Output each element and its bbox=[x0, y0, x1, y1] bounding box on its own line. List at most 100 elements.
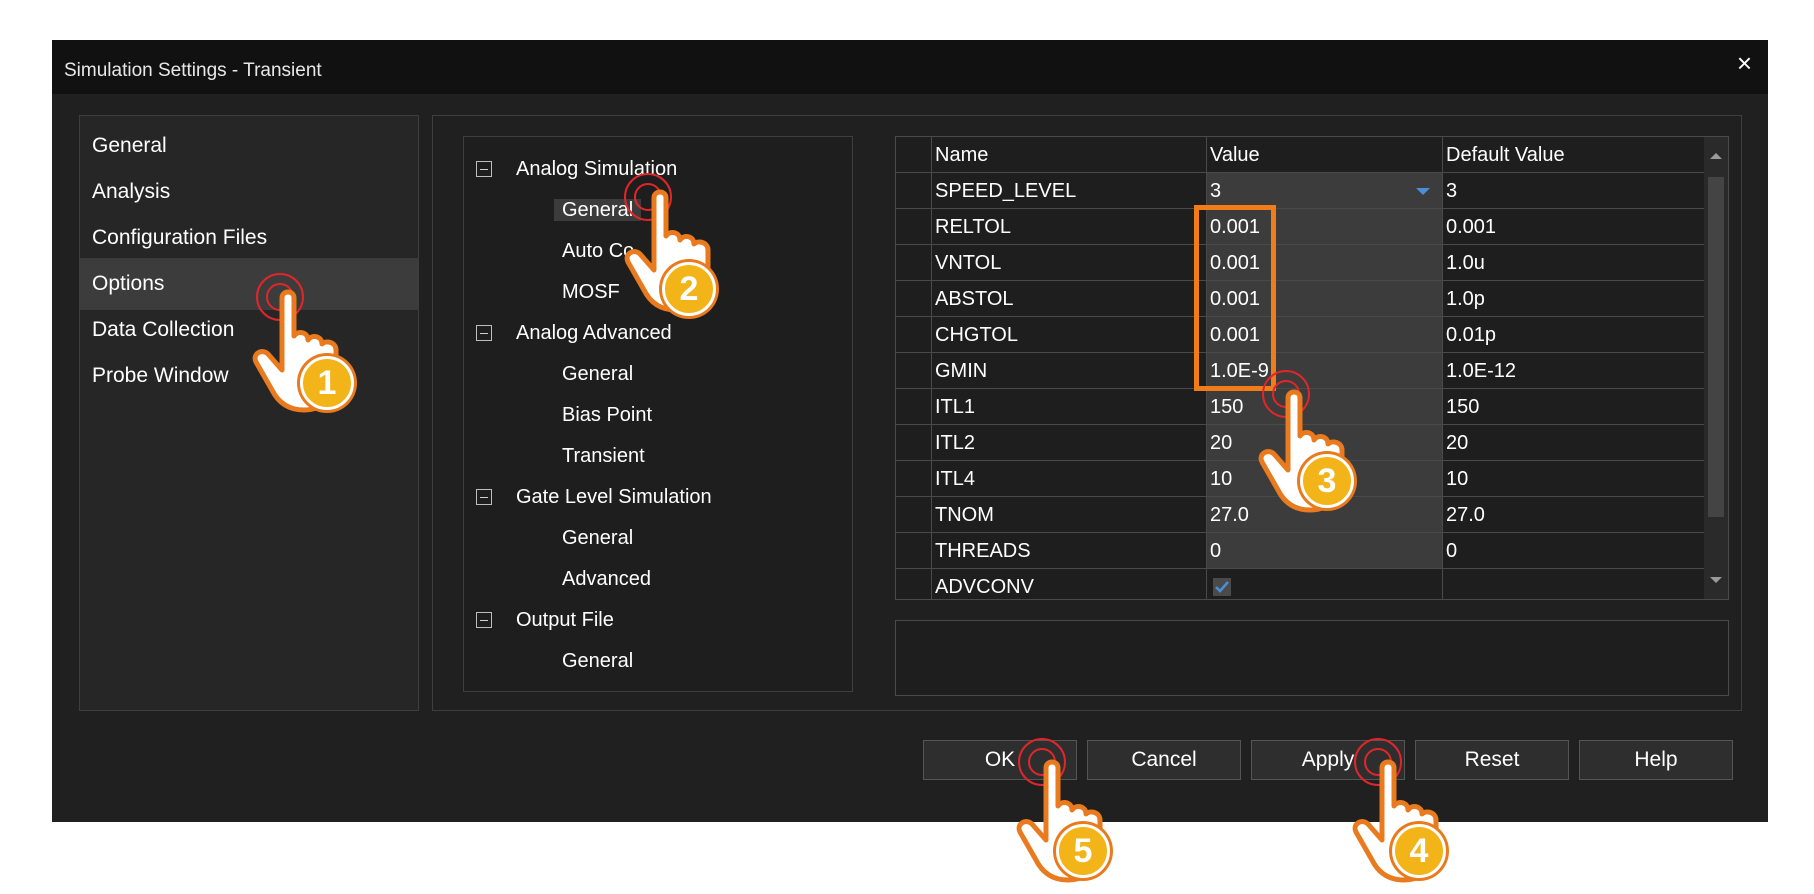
row-header-cell bbox=[896, 245, 932, 281]
table-row: VNTOL 0.001 1.0u bbox=[896, 245, 1706, 281]
tree-group-analog-simulation[interactable]: Analog Simulation bbox=[464, 149, 852, 189]
param-value-input[interactable]: 0 bbox=[1207, 533, 1443, 569]
nav-item-options[interactable]: Options bbox=[80, 258, 418, 310]
row-header-cell bbox=[896, 461, 932, 497]
tree-group-gate-level-simulation[interactable]: Gate Level Simulation bbox=[464, 477, 852, 517]
table-row: ITL1 150 150 bbox=[896, 389, 1706, 425]
row-header-cell bbox=[896, 425, 932, 461]
cancel-button[interactable]: Cancel bbox=[1087, 740, 1241, 780]
options-grid: Name Value Default Value SPEED_LEVEL 3 3… bbox=[895, 136, 1729, 600]
table-row: CHGTOL 0.001 0.01p bbox=[896, 317, 1706, 353]
table-row: SPEED_LEVEL 3 3 bbox=[896, 173, 1706, 209]
param-default: 1.0u bbox=[1443, 245, 1706, 281]
step-badge-5: 5 bbox=[1056, 824, 1110, 878]
advconv-checkbox-cell[interactable] bbox=[1207, 569, 1443, 599]
scroll-up-icon[interactable] bbox=[1704, 137, 1728, 173]
table-row: THREADS 0 0 bbox=[896, 533, 1706, 569]
row-header-cell bbox=[896, 533, 932, 569]
table-row: ITL2 20 20 bbox=[896, 425, 1706, 461]
param-value-input[interactable]: 0.001 bbox=[1207, 209, 1443, 245]
title-bar: Simulation Settings - Transient × bbox=[52, 40, 1768, 94]
grid-scrollbar[interactable] bbox=[1704, 137, 1728, 599]
param-default: 0.01p bbox=[1443, 317, 1706, 353]
param-value-input[interactable]: 0.001 bbox=[1207, 281, 1443, 317]
param-default: 3 bbox=[1443, 173, 1706, 209]
param-default: 27.0 bbox=[1443, 497, 1706, 533]
tree-item-label: General bbox=[554, 199, 642, 221]
tree-item-general[interactable]: General bbox=[554, 190, 642, 230]
window-title: Simulation Settings - Transient bbox=[64, 60, 322, 81]
nav-item-analysis[interactable]: Analysis bbox=[80, 166, 418, 218]
param-name: GMIN bbox=[932, 353, 1207, 389]
close-icon[interactable]: × bbox=[1737, 48, 1752, 78]
collapse-icon[interactable] bbox=[476, 489, 492, 505]
tree-item-auto-converge[interactable]: Auto Co bbox=[562, 231, 634, 271]
param-name: TNOM bbox=[932, 497, 1207, 533]
param-default: 1.0E-12 bbox=[1443, 353, 1706, 389]
tree-item-mosfet[interactable]: MOSF bbox=[562, 272, 620, 312]
speed-level-select[interactable]: 3 bbox=[1207, 173, 1443, 209]
description-box bbox=[895, 620, 1729, 696]
param-value-input[interactable]: 0.001 bbox=[1207, 317, 1443, 353]
param-value-input[interactable]: 0.001 bbox=[1207, 245, 1443, 281]
table-row: ABSTOL 0.001 1.0p bbox=[896, 281, 1706, 317]
collapse-icon[interactable] bbox=[476, 161, 492, 177]
param-name: ABSTOL bbox=[932, 281, 1207, 317]
param-value-input[interactable]: 1.0E-9 bbox=[1207, 353, 1443, 389]
tree-item-general[interactable]: General bbox=[562, 518, 633, 558]
scroll-down-icon[interactable] bbox=[1704, 563, 1728, 599]
column-header-default-value[interactable]: Default Value bbox=[1443, 137, 1706, 173]
nav-item-configuration-files[interactable]: Configuration Files bbox=[80, 212, 418, 264]
tree-item-bias-point[interactable]: Bias Point bbox=[562, 395, 652, 435]
nav-item-general[interactable]: General bbox=[80, 120, 418, 172]
param-default bbox=[1443, 569, 1706, 599]
row-header-cell bbox=[896, 317, 932, 353]
tree-item-transient[interactable]: Transient bbox=[562, 436, 645, 476]
chevron-down-icon[interactable] bbox=[1416, 188, 1430, 195]
selected-value: 3 bbox=[1210, 180, 1222, 202]
row-header-cell bbox=[896, 209, 932, 245]
param-name: ADVCONV bbox=[932, 569, 1207, 599]
scrollbar-thumb[interactable] bbox=[1708, 177, 1724, 517]
tree-item-general[interactable]: General bbox=[562, 641, 633, 681]
table-row: GMIN 1.0E-9 1.0E-12 bbox=[896, 353, 1706, 389]
check-icon bbox=[1215, 581, 1229, 593]
row-header-cell bbox=[896, 281, 932, 317]
param-default: 20 bbox=[1443, 425, 1706, 461]
param-name: RELTOL bbox=[932, 209, 1207, 245]
options-panel: Analog Simulation General Auto Co MOSF A… bbox=[432, 115, 1742, 711]
reset-button[interactable]: Reset bbox=[1415, 740, 1569, 780]
step-badge-3: 3 bbox=[1300, 454, 1354, 508]
table-row: ADVCONV bbox=[896, 569, 1706, 599]
param-default: 0 bbox=[1443, 533, 1706, 569]
step-badge-2: 2 bbox=[662, 262, 716, 316]
nav-item-probe-window[interactable]: Probe Window bbox=[80, 350, 418, 402]
row-header-cell bbox=[896, 173, 932, 209]
param-name: THREADS bbox=[932, 533, 1207, 569]
tree-group-label: Gate Level Simulation bbox=[516, 486, 712, 508]
param-value-input[interactable]: 150 bbox=[1207, 389, 1443, 425]
apply-button[interactable]: Apply bbox=[1251, 740, 1405, 780]
row-header-cell bbox=[896, 137, 932, 173]
tree-item-general[interactable]: General bbox=[562, 354, 633, 394]
row-header-cell bbox=[896, 497, 932, 533]
row-header-cell bbox=[896, 569, 932, 599]
tree-item-advanced[interactable]: Advanced bbox=[562, 559, 651, 599]
advconv-checkbox[interactable] bbox=[1213, 578, 1231, 596]
row-header-cell bbox=[896, 353, 932, 389]
settings-nav: General Analysis Configuration Files Opt… bbox=[79, 115, 419, 711]
row-header-cell bbox=[896, 389, 932, 425]
tree-group-analog-advanced[interactable]: Analog Advanced bbox=[464, 313, 852, 353]
simulation-settings-dialog: Simulation Settings - Transient × Genera… bbox=[52, 40, 1768, 822]
ok-button[interactable]: OK bbox=[923, 740, 1077, 780]
tree-group-label: Analog Advanced bbox=[516, 322, 672, 344]
table-row: RELTOL 0.001 0.001 bbox=[896, 209, 1706, 245]
column-header-name[interactable]: Name bbox=[932, 137, 1207, 173]
column-header-value[interactable]: Value bbox=[1207, 137, 1443, 173]
help-button[interactable]: Help bbox=[1579, 740, 1733, 780]
collapse-icon[interactable] bbox=[476, 325, 492, 341]
collapse-icon[interactable] bbox=[476, 612, 492, 628]
tree-group-output-file[interactable]: Output File bbox=[464, 600, 852, 640]
param-default: 1.0p bbox=[1443, 281, 1706, 317]
nav-item-data-collection[interactable]: Data Collection bbox=[80, 304, 418, 356]
